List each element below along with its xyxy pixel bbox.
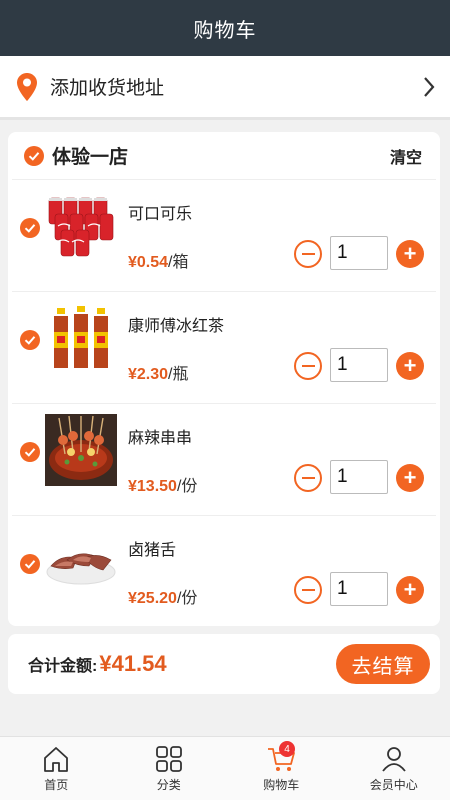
decrease-quantity-button[interactable] — [294, 352, 322, 380]
item-select-checkbox[interactable] — [20, 442, 40, 462]
store-name: 体验一店 — [52, 147, 129, 168]
item-price: ¥0.54/箱 — [128, 248, 189, 272]
check-icon — [28, 151, 40, 161]
product-image-ice-tea — [45, 302, 117, 374]
cart-item: 康师傅冰红茶 ¥2.30/瓶 + — [12, 292, 436, 404]
item-price-value: ¥25.20 — [128, 590, 177, 607]
quantity-input[interactable] — [330, 460, 388, 494]
decrease-quantity-button[interactable] — [294, 464, 322, 492]
tab-cart[interactable]: 4 购物车 — [225, 737, 338, 800]
increase-quantity-button[interactable]: + — [396, 464, 424, 492]
add-address-row[interactable]: 添加收货地址 — [0, 56, 450, 120]
page-title: 购物车 — [193, 19, 257, 42]
item-select-checkbox[interactable] — [20, 330, 40, 350]
product-image-cola — [45, 190, 117, 262]
check-icon — [24, 224, 36, 233]
location-pin-icon — [17, 72, 37, 101]
item-price-value: ¥2.30 — [128, 366, 169, 383]
item-unit: /箱 — [168, 254, 189, 271]
item-unit: /份 — [176, 590, 198, 607]
cart-count-badge: 4 — [279, 741, 295, 757]
item-price: ¥2.30/瓶 — [128, 360, 189, 384]
bottom-tab-bar: 首页 分类 4 购物车 会员中心 — [0, 736, 450, 800]
checkout-bar: 合计金额: ¥41.54 去结算 — [8, 634, 440, 694]
home-icon — [44, 747, 69, 772]
page-header: 购物车 — [0, 0, 450, 56]
chevron-right-icon — [424, 76, 435, 97]
total-amount: ¥41.54 — [99, 651, 167, 676]
check-icon — [24, 336, 36, 345]
item-name: 可口可乐 — [128, 206, 193, 223]
tab-label: 会员中心 — [369, 778, 418, 792]
store-select-checkbox[interactable] — [24, 145, 44, 166]
product-image-braised-tongue — [45, 526, 117, 598]
item-name: 卤猪舌 — [128, 542, 177, 559]
cart-item: 可口可乐 ¥0.54/箱 + — [12, 180, 436, 292]
cart-item: 卤猪舌 ¥25.20/份 + — [12, 516, 436, 628]
quantity-input[interactable] — [330, 236, 388, 270]
decrease-quantity-button[interactable] — [294, 240, 322, 268]
tab-label: 分类 — [156, 778, 181, 792]
increase-quantity-button[interactable]: + — [396, 576, 424, 604]
cart-card: 体验一店 清空 可口可乐 ¥0.54/箱 + — [8, 132, 440, 626]
check-icon — [24, 560, 36, 569]
increase-quantity-button[interactable]: + — [396, 240, 424, 268]
item-price-value: ¥13.50 — [128, 478, 177, 495]
tab-label: 购物车 — [263, 778, 300, 792]
store-header: 体验一店 清空 — [12, 132, 436, 180]
product-image-skewers — [45, 414, 117, 486]
checkout-button[interactable]: 去结算 — [336, 644, 430, 684]
item-unit: /份 — [176, 478, 198, 495]
tab-label: 首页 — [44, 778, 69, 792]
user-icon — [382, 747, 406, 772]
category-icon — [155, 746, 182, 772]
item-select-checkbox[interactable] — [20, 554, 40, 574]
item-price-value: ¥0.54 — [128, 254, 169, 271]
quantity-input[interactable] — [330, 348, 388, 382]
item-select-checkbox[interactable] — [20, 218, 40, 238]
quantity-input[interactable] — [330, 572, 388, 606]
item-price: ¥25.20/份 — [128, 584, 197, 608]
clear-cart-button[interactable]: 清空 — [390, 144, 422, 168]
increase-quantity-button[interactable]: + — [396, 352, 424, 380]
item-unit: /瓶 — [168, 366, 189, 383]
cart-item: 麻辣串串 ¥13.50/份 + — [12, 404, 436, 516]
add-address-label: 添加收货地址 — [50, 78, 165, 99]
decrease-quantity-button[interactable] — [294, 576, 322, 604]
item-price: ¥13.50/份 — [128, 472, 197, 496]
tab-home[interactable]: 首页 — [0, 737, 113, 800]
item-name: 康师傅冰红茶 — [128, 318, 225, 335]
check-icon — [24, 448, 36, 457]
item-name: 麻辣串串 — [128, 430, 193, 447]
tab-member-center[interactable]: 会员中心 — [338, 737, 450, 800]
total-label: 合计金额: — [28, 658, 98, 675]
tab-category[interactable]: 分类 — [113, 737, 226, 800]
